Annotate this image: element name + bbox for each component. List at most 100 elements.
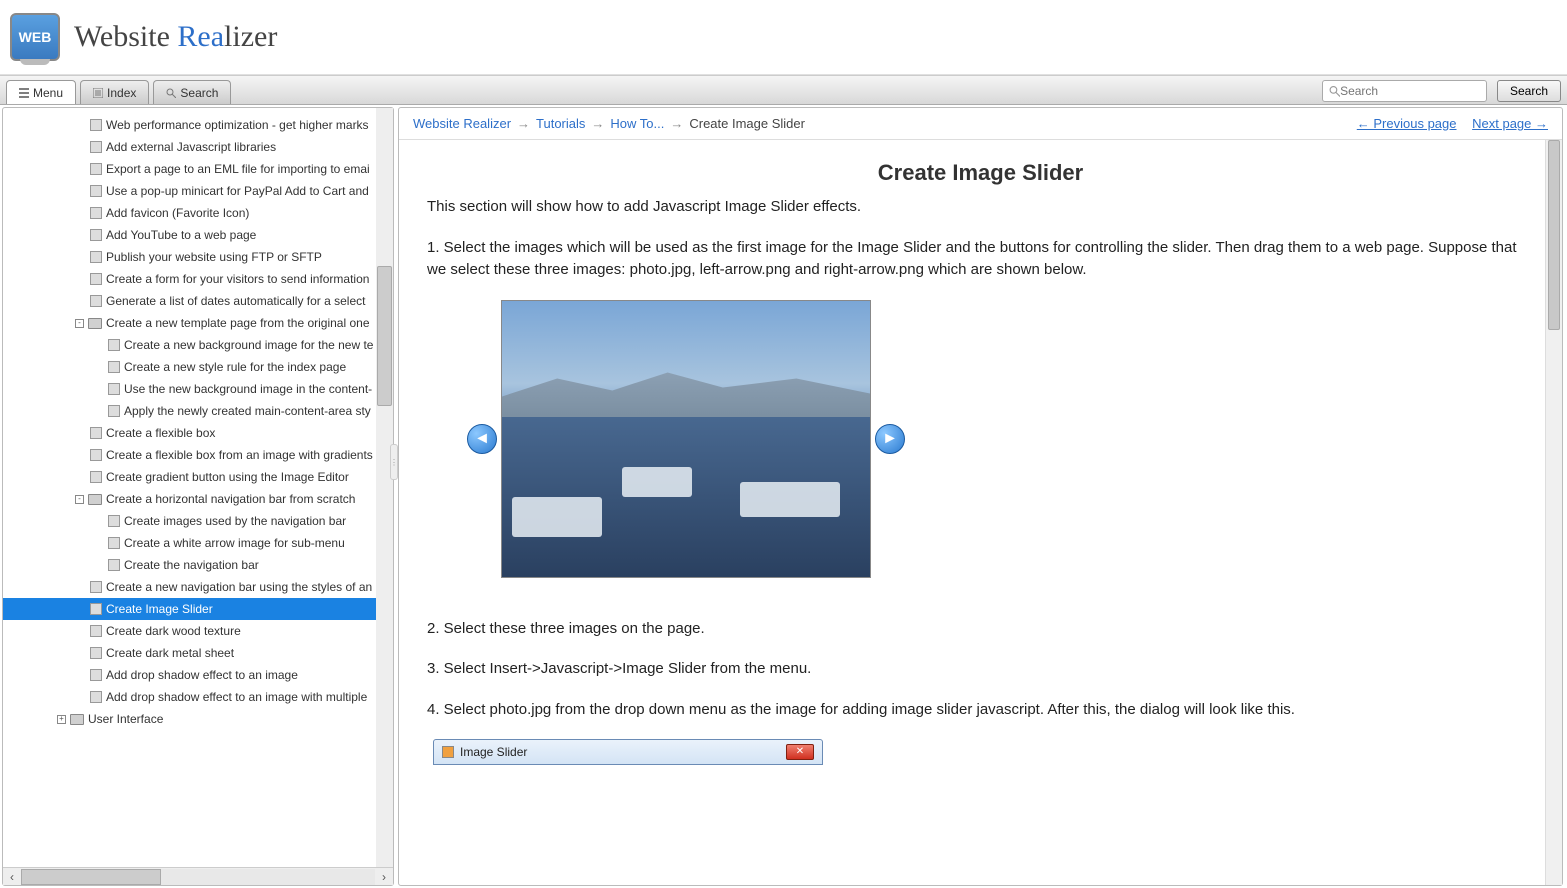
index-icon — [93, 88, 103, 98]
menu-icon — [19, 88, 29, 98]
crumb-root[interactable]: Website Realizer — [413, 116, 511, 131]
search-box[interactable] — [1322, 80, 1487, 102]
search-input[interactable] — [1340, 84, 1480, 98]
tree-item-label: Create Image Slider — [106, 602, 213, 616]
page-icon — [90, 163, 102, 175]
splitter-handle[interactable]: ⋮ — [390, 444, 398, 480]
crumb-tutorials[interactable]: Tutorials — [536, 116, 585, 131]
tree-item[interactable]: Export a page to an EML file for importi… — [3, 158, 393, 180]
step-1-text: 1. Select the images which will be used … — [427, 237, 1534, 282]
topbar: Menu Index Search Search — [0, 75, 1567, 105]
tree-item-label: Add drop shadow effect to an image — [106, 668, 298, 682]
dialog-close-button[interactable]: ✕ — [786, 744, 814, 760]
prev-page-link[interactable]: ← Previous page — [1357, 116, 1457, 131]
pager: ← Previous page Next page → — [1345, 116, 1548, 131]
tree-item-label: Create a horizontal navigation bar from … — [106, 492, 355, 506]
tree-item[interactable]: Create a new navigation bar using the st… — [3, 576, 393, 598]
tree-item[interactable]: Create a new style rule for the index pa… — [3, 356, 393, 378]
tree-item[interactable]: Add external Javascript libraries — [3, 136, 393, 158]
tree-item[interactable]: Use the new background image in the cont… — [3, 378, 393, 400]
crumb-howto[interactable]: How To... — [610, 116, 664, 131]
tree-item[interactable]: - Create a horizontal navigation bar from… — [3, 488, 393, 510]
tree-item[interactable]: Web performance optimization - get highe… — [3, 114, 393, 136]
tab-search[interactable]: Search — [153, 80, 231, 104]
tree-item[interactable]: Create a white arrow image for sub-menu — [3, 532, 393, 554]
content-vscroll-thumb[interactable] — [1548, 140, 1560, 330]
tree-item[interactable]: Add drop shadow effect to an image with … — [3, 686, 393, 708]
tree-expander-icon[interactable]: - — [75, 495, 84, 504]
brand-text-1: Website — [74, 20, 177, 53]
tree-item-label: Create dark metal sheet — [106, 646, 234, 660]
step-4-text: 4. Select photo.jpg from the drop down m… — [427, 699, 1534, 722]
tree-item-label: Export a page to an EML file for importi… — [106, 162, 370, 176]
tree-expander-icon[interactable]: + — [57, 715, 66, 724]
tree-item[interactable]: Create dark wood texture — [3, 620, 393, 642]
tree-item-label: Publish your website using FTP or SFTP — [106, 250, 322, 264]
tree-item[interactable]: Generate a list of dates automatically f… — [3, 290, 393, 312]
tree-item[interactable]: Create a flexible box from an image with… — [3, 444, 393, 466]
sidebar: Web performance optimization - get highe… — [2, 107, 394, 886]
right-arrow-icon[interactable]: ► — [875, 424, 905, 454]
page-icon — [90, 119, 102, 131]
tree-item[interactable]: Create a new background image for the ne… — [3, 334, 393, 356]
tree-item-label: Create a flexible box from an image with… — [106, 448, 373, 462]
page-icon — [108, 559, 120, 571]
book-icon — [88, 318, 102, 329]
hscroll-thumb[interactable] — [21, 869, 161, 885]
search-tab-icon — [166, 88, 176, 98]
tree-item-label: Add drop shadow effect to an image with … — [106, 690, 367, 704]
image-slider-dialog: Image Slider ✕ — [433, 739, 823, 765]
tree-item[interactable]: Use a pop-up minicart for PayPal Add to … — [3, 180, 393, 202]
crumb-sep: → — [670, 116, 683, 131]
brand-text-2: Rea — [177, 20, 224, 53]
tab-menu[interactable]: Menu — [6, 80, 76, 104]
sidebar-vscroll[interactable] — [376, 108, 393, 867]
content-panel: Website Realizer → Tutorials → How To...… — [398, 107, 1563, 886]
hscroll-track[interactable] — [21, 869, 375, 885]
intro-text: This section will show how to add Javasc… — [427, 196, 1534, 219]
page-icon — [90, 603, 102, 615]
page-icon — [108, 515, 120, 527]
tree-item[interactable]: Add drop shadow effect to an image — [3, 664, 393, 686]
tree-item-label: Apply the newly created main-content-are… — [124, 404, 371, 418]
tree-item-label: Generate a list of dates automatically f… — [106, 294, 365, 308]
tree-item-label: Use the new background image in the cont… — [124, 382, 372, 396]
crumb-sep: → — [517, 116, 530, 131]
next-page-link[interactable]: Next page → — [1472, 116, 1548, 131]
page-icon — [108, 339, 120, 351]
page-icon — [90, 669, 102, 681]
left-arrow-icon[interactable]: ◄ — [467, 424, 497, 454]
tree-expander-icon[interactable]: - — [75, 319, 84, 328]
tree-item[interactable]: + User Interface — [3, 708, 393, 730]
tab-index[interactable]: Index — [80, 80, 149, 104]
scroll-left-icon[interactable]: ‹ — [3, 870, 21, 884]
tree-item[interactable]: Create Image Slider — [3, 598, 393, 620]
tree-item[interactable]: -Create a new template page from the ori… — [3, 312, 393, 334]
tree-item-label: User Interface — [88, 712, 163, 726]
content-vscroll[interactable] — [1545, 140, 1562, 885]
page-icon — [108, 361, 120, 373]
tree-item[interactable]: Create images used by the navigation bar — [3, 510, 393, 532]
tree-item[interactable]: Create dark metal sheet — [3, 642, 393, 664]
vscroll-thumb[interactable] — [377, 266, 392, 406]
tree-item[interactable]: Apply the newly created main-content-are… — [3, 400, 393, 422]
tree-item[interactable]: Create gradient button using the Image E… — [3, 466, 393, 488]
sidebar-hscroll[interactable]: ‹ › — [3, 867, 393, 885]
tab-search-label: Search — [180, 86, 218, 100]
page-icon — [90, 273, 102, 285]
step-2-text: 2. Select these three images on the page… — [427, 618, 1534, 641]
scroll-right-icon[interactable]: › — [375, 870, 393, 884]
tree-item[interactable]: Create the navigation bar — [3, 554, 393, 576]
tree-item[interactable]: Add favicon (Favorite Icon) — [3, 202, 393, 224]
search-button[interactable]: Search — [1497, 80, 1561, 102]
page-icon — [108, 405, 120, 417]
app-brand: Website Realizer — [74, 20, 277, 54]
tree-item-label: Use a pop-up minicart for PayPal Add to … — [106, 184, 369, 198]
page-icon — [90, 647, 102, 659]
tree-item[interactable]: Publish your website using FTP or SFTP — [3, 246, 393, 268]
tree-item[interactable]: Create a flexible box — [3, 422, 393, 444]
tree-item[interactable]: Create a form for your visitors to send … — [3, 268, 393, 290]
tab-menu-label: Menu — [33, 86, 63, 100]
tree-item-label: Add favicon (Favorite Icon) — [106, 206, 249, 220]
tree-item[interactable]: Add YouTube to a web page — [3, 224, 393, 246]
